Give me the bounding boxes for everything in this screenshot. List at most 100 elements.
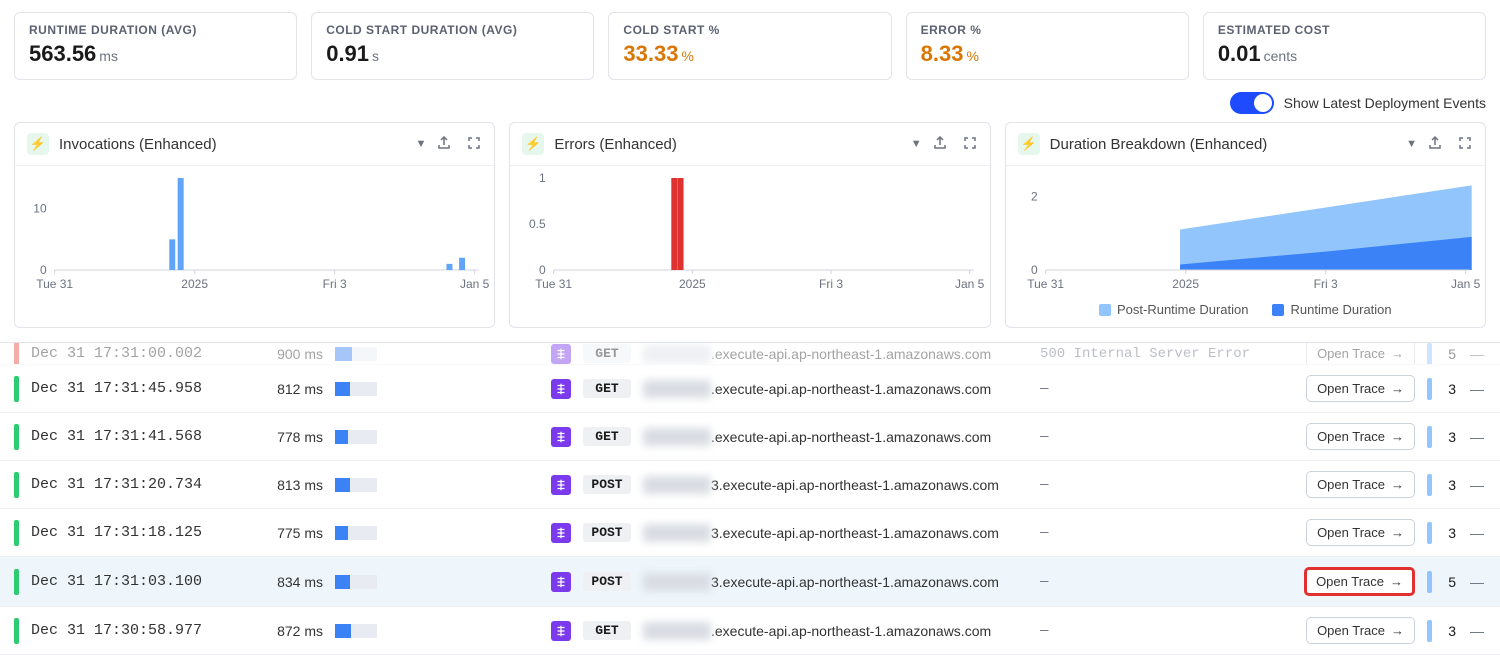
span-count: 3 <box>1444 525 1456 541</box>
bolt-icon: ⚡ <box>1018 133 1040 155</box>
chart-body[interactable]: 010Tue 312025Fri 3Jan 5 <box>15 166 494 296</box>
status-indicator <box>14 376 19 402</box>
metric-label: RUNTIME DURATION (AVG) <box>29 23 282 37</box>
arrow-right-icon: → <box>1391 623 1404 638</box>
bolt-icon: ⚡ <box>522 133 544 155</box>
metric-value: 33.33% <box>623 41 876 67</box>
svg-text:1: 1 <box>539 171 546 185</box>
span-count: 3 <box>1444 429 1456 445</box>
fullscreen-icon[interactable] <box>962 135 978 154</box>
chart-title[interactable]: Errors (Enhanced) <box>554 136 900 153</box>
open-trace-button[interactable]: Open Trace→ <box>1304 567 1415 596</box>
table-row[interactable]: Dec 31 17:31:00.002900 msGET.execute-api… <box>0 343 1500 365</box>
span-count: 5 <box>1444 574 1456 590</box>
duration: 872 ms <box>253 623 323 639</box>
status-text: — <box>1040 429 1294 445</box>
metric-card[interactable]: RUNTIME DURATION (AVG)563.56ms <box>14 12 297 80</box>
legend-item[interactable]: Runtime Duration <box>1272 302 1391 317</box>
svg-text:Fri 3: Fri 3 <box>323 277 347 291</box>
arrow-right-icon: → <box>1391 477 1404 492</box>
chart-body[interactable]: 00.51Tue 312025Fri 3Jan 5 <box>510 166 989 296</box>
svg-text:Tue 31: Tue 31 <box>1027 277 1064 291</box>
open-trace-button[interactable]: Open Trace→ <box>1306 471 1415 498</box>
status-text: — <box>1040 381 1294 397</box>
status-indicator <box>14 343 19 365</box>
span-bar <box>1427 378 1432 400</box>
table-row[interactable]: Dec 31 17:31:18.125775 msPOST3.execute-a… <box>0 509 1500 557</box>
metric-card[interactable]: COLD START DURATION (AVG)0.91s <box>311 12 594 80</box>
endpoint-url: 3.execute-api.ap-northeast-1.amazonaws.c… <box>643 476 1028 494</box>
status-text: — <box>1040 623 1294 639</box>
metric-label: COLD START % <box>623 23 876 37</box>
chevron-down-icon[interactable]: ▼ <box>911 138 922 150</box>
table-row[interactable]: Dec 31 17:31:41.568778 msGET.execute-api… <box>0 413 1500 461</box>
chevron-down-icon[interactable]: ▼ <box>415 138 426 150</box>
metric-label: ERROR % <box>921 23 1174 37</box>
export-icon[interactable] <box>436 135 452 154</box>
duration: 812 ms <box>253 381 323 397</box>
svg-text:0: 0 <box>1031 263 1038 277</box>
svg-text:Jan 5: Jan 5 <box>1451 277 1481 291</box>
duration-bar <box>335 430 377 444</box>
duration: 813 ms <box>253 477 323 493</box>
open-trace-button[interactable]: Open Trace→ <box>1306 519 1415 546</box>
open-trace-button[interactable]: Open Trace→ <box>1306 617 1415 644</box>
http-method: POST <box>583 572 631 591</box>
timestamp: Dec 31 17:31:41.568 <box>31 428 241 445</box>
open-trace-button[interactable]: Open Trace→ <box>1306 375 1415 402</box>
span-bar <box>1427 620 1432 642</box>
table-row[interactable]: Dec 31 17:30:58.977872 msGET.execute-api… <box>0 607 1500 655</box>
export-icon[interactable] <box>932 135 948 154</box>
table-row[interactable]: Dec 31 17:31:45.958812 msGET.execute-api… <box>0 365 1500 413</box>
open-trace-button[interactable]: Open Trace→ <box>1306 423 1415 450</box>
service-icon <box>551 379 571 399</box>
endpoint-url: .execute-api.ap-northeast-1.amazonaws.co… <box>643 380 1028 398</box>
chart-title[interactable]: Duration Breakdown (Enhanced) <box>1050 136 1396 153</box>
row-tail: — <box>1468 623 1486 639</box>
trace-table: Dec 31 17:31:00.002900 msGET.execute-api… <box>0 342 1500 655</box>
metric-label: COLD START DURATION (AVG) <box>326 23 579 37</box>
bolt-icon: ⚡ <box>27 133 49 155</box>
svg-text:Fri 3: Fri 3 <box>819 277 843 291</box>
status-text: 500 Internal Server Error <box>1040 346 1294 362</box>
span-count: 3 <box>1444 623 1456 639</box>
chart-panel: ⚡Errors (Enhanced)▼00.51Tue 312025Fri 3J… <box>509 122 990 328</box>
fullscreen-icon[interactable] <box>466 135 482 154</box>
timestamp: Dec 31 17:30:58.977 <box>31 622 241 639</box>
row-tail: — <box>1468 574 1486 590</box>
status-text: — <box>1040 477 1294 493</box>
export-icon[interactable] <box>1427 135 1443 154</box>
legend-item[interactable]: Post-Runtime Duration <box>1099 302 1249 317</box>
arrow-right-icon: → <box>1391 429 1404 444</box>
chevron-down-icon[interactable]: ▼ <box>1406 138 1417 150</box>
deployment-toggle-row: Show Latest Deployment Events <box>0 86 1500 122</box>
metric-card[interactable]: ERROR %8.33% <box>906 12 1189 80</box>
svg-text:0: 0 <box>539 263 546 277</box>
timestamp: Dec 31 17:31:20.734 <box>31 476 241 493</box>
timestamp: Dec 31 17:31:18.125 <box>31 524 241 541</box>
metric-card[interactable]: COLD START % 33.33% <box>608 12 891 80</box>
chart-title[interactable]: Invocations (Enhanced) <box>59 136 405 153</box>
metric-card[interactable]: ESTIMATED COST 0.01cents <box>1203 12 1486 80</box>
svg-text:0.5: 0.5 <box>529 217 546 231</box>
status-indicator <box>14 569 19 595</box>
svg-text:Tue 31: Tue 31 <box>36 277 73 291</box>
http-method: POST <box>583 475 631 494</box>
service-icon <box>551 475 571 495</box>
open-trace-button[interactable]: Open Trace→ <box>1306 343 1415 365</box>
metric-label: ESTIMATED COST <box>1218 23 1471 37</box>
svg-text:Tue 31: Tue 31 <box>536 277 573 291</box>
metric-value: 0.01cents <box>1218 41 1471 67</box>
duration: 775 ms <box>253 525 323 541</box>
endpoint-url: .execute-api.ap-northeast-1.amazonaws.co… <box>643 428 1028 446</box>
deployment-toggle-label: Show Latest Deployment Events <box>1284 95 1486 111</box>
svg-text:2025: 2025 <box>679 277 706 291</box>
duration: 834 ms <box>253 574 323 590</box>
chart-body[interactable]: 02Tue 312025Fri 3Jan 5 <box>1006 166 1485 296</box>
http-method: POST <box>583 523 631 542</box>
svg-text:Fri 3: Fri 3 <box>1313 277 1337 291</box>
deployment-toggle[interactable] <box>1230 92 1274 114</box>
table-row[interactable]: Dec 31 17:31:03.100834 msPOST3.execute-a… <box>0 557 1500 607</box>
fullscreen-icon[interactable] <box>1457 135 1473 154</box>
table-row[interactable]: Dec 31 17:31:20.734 813 ms POST 3.execute-a… <box>0 461 1500 509</box>
